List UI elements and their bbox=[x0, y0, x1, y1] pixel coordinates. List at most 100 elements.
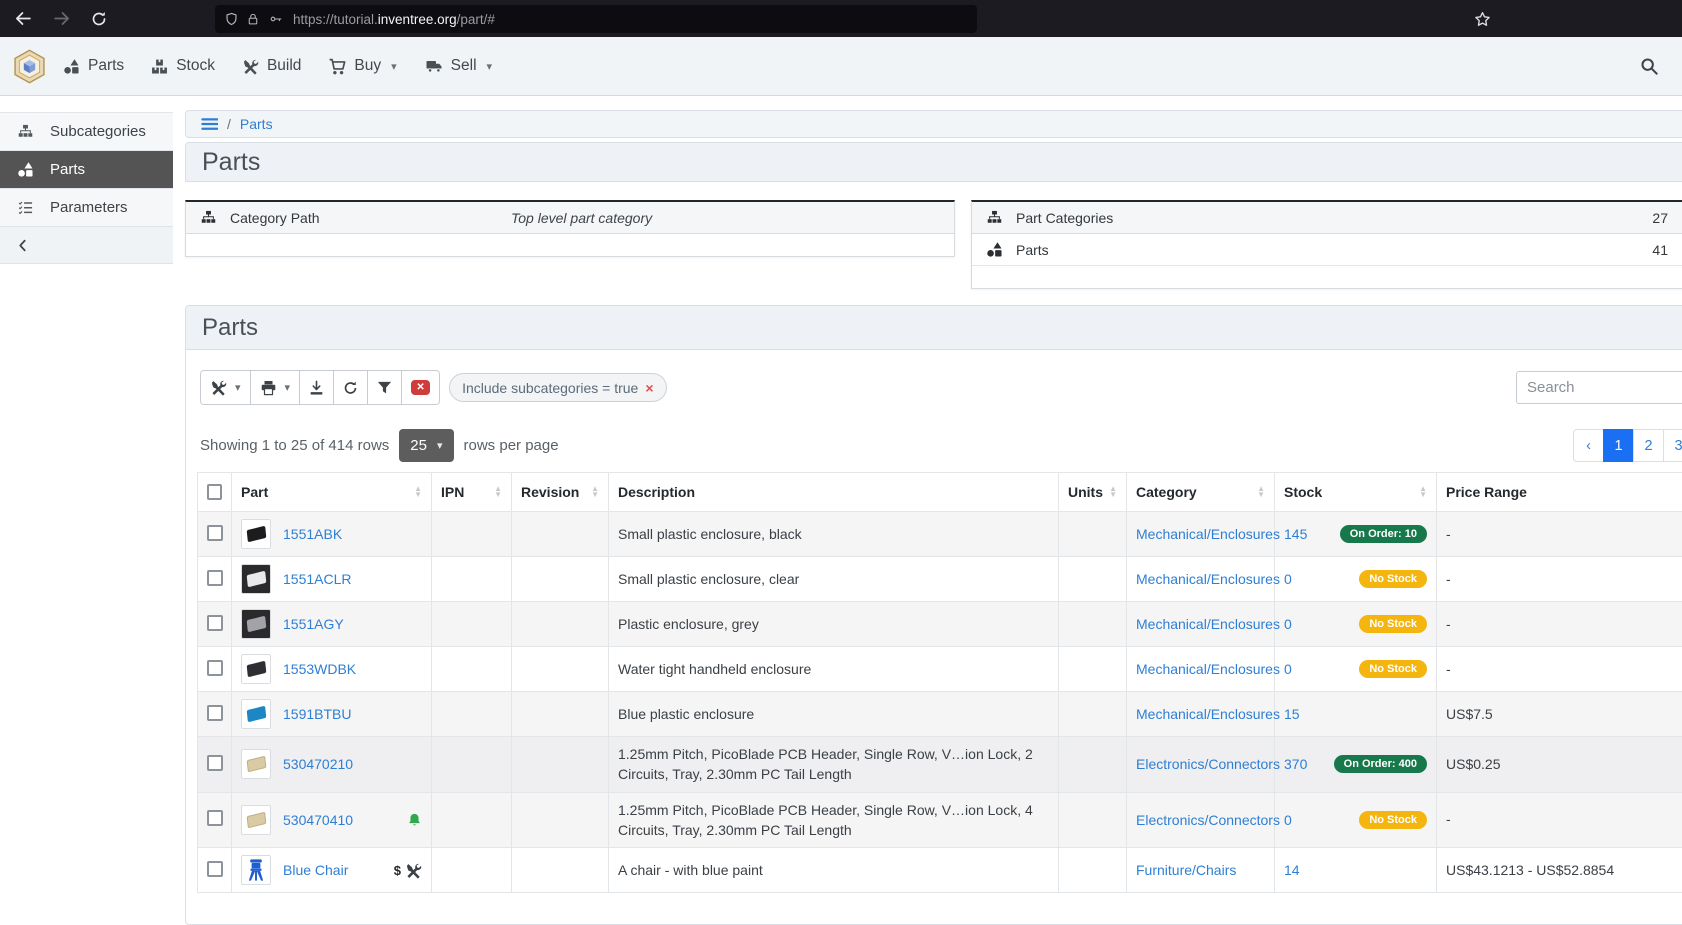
enclosure-grey-icon[interactable] bbox=[241, 609, 271, 639]
part-link[interactable]: 530470410 bbox=[283, 812, 353, 828]
part-options-button[interactable]: ▾ bbox=[201, 371, 251, 404]
stock-count-link[interactable]: 15 bbox=[1284, 706, 1300, 722]
row-checkbox[interactable] bbox=[207, 861, 223, 877]
part-link[interactable]: 1551ACLR bbox=[283, 571, 352, 587]
print-button[interactable]: ▾ bbox=[251, 371, 301, 404]
lock-icon[interactable] bbox=[247, 12, 259, 26]
sidebar-item-parts[interactable]: Parts bbox=[0, 150, 173, 188]
filter-chip[interactable]: Include subcategories = true × bbox=[449, 373, 666, 402]
page-size-dropdown[interactable]: 25▾ bbox=[399, 429, 453, 462]
pagination-page-1[interactable]: 1 bbox=[1603, 429, 1634, 462]
category-link[interactable]: Electronics/Connectors bbox=[1136, 812, 1280, 828]
select-all-header[interactable] bbox=[198, 473, 232, 512]
chair-icon[interactable] bbox=[241, 855, 271, 885]
column-header-stock[interactable]: Stock▲▼ bbox=[1275, 473, 1437, 512]
sidebar-item-parameters[interactable]: Parameters bbox=[0, 188, 173, 226]
part-link[interactable]: 530470210 bbox=[283, 756, 353, 772]
table-row: 1551AGY Plastic enclosure, grey Mechanic… bbox=[198, 602, 1682, 647]
nav-item-build[interactable]: Build bbox=[242, 57, 301, 75]
price-range: - bbox=[1437, 557, 1682, 602]
part-ipn bbox=[432, 848, 512, 893]
enclosure-blue-icon[interactable] bbox=[241, 699, 271, 729]
row-checkbox[interactable] bbox=[207, 755, 223, 771]
url-bar[interactable]: https://tutorial.inventree.org/part/# bbox=[215, 5, 977, 33]
nav-item-sell[interactable]: Sell▾ bbox=[424, 57, 492, 75]
stock-count-link[interactable]: 145 bbox=[1284, 526, 1307, 542]
sort-icon[interactable]: ▲▼ bbox=[408, 486, 422, 498]
hamburger-icon[interactable] bbox=[199, 117, 218, 132]
refresh-button[interactable] bbox=[334, 371, 368, 404]
download-button[interactable] bbox=[300, 371, 334, 404]
pagination-prev-button[interactable]: ‹ bbox=[1573, 429, 1604, 462]
nav-item-label: Parts bbox=[88, 57, 124, 75]
search-input[interactable] bbox=[1516, 371, 1682, 404]
nav-item-buy[interactable]: Buy▾ bbox=[328, 57, 396, 75]
stock-count-link[interactable]: 0 bbox=[1284, 616, 1292, 632]
sort-icon[interactable]: ▲▼ bbox=[1413, 486, 1427, 498]
sort-icon[interactable]: ▲▼ bbox=[1251, 486, 1265, 498]
part-link[interactable]: Blue Chair bbox=[283, 862, 348, 878]
chevron-down-icon: ▾ bbox=[285, 381, 291, 394]
sort-icon[interactable]: ▲▼ bbox=[585, 486, 599, 498]
part-link[interactable]: 1591BTBU bbox=[283, 706, 351, 722]
key-icon[interactable] bbox=[268, 13, 284, 25]
part-link[interactable]: 1551AGY bbox=[283, 616, 344, 632]
connector-icon[interactable] bbox=[241, 749, 271, 779]
stock-count-link[interactable]: 0 bbox=[1284, 661, 1292, 677]
row-checkbox[interactable] bbox=[207, 810, 223, 826]
category-link[interactable]: Mechanical/Enclosures bbox=[1136, 706, 1280, 722]
star-icon[interactable] bbox=[1468, 5, 1496, 33]
row-checkbox[interactable] bbox=[207, 525, 223, 541]
column-header-category[interactable]: Category▲▼ bbox=[1127, 473, 1275, 512]
category-link[interactable]: Mechanical/Enclosures bbox=[1136, 661, 1280, 677]
nav-item-stock[interactable]: Stock bbox=[151, 57, 215, 75]
filter-button[interactable] bbox=[368, 371, 402, 404]
column-header-units[interactable]: Units▲▼ bbox=[1059, 473, 1127, 512]
category-link[interactable]: Electronics/Connectors bbox=[1136, 756, 1280, 772]
shield-icon[interactable] bbox=[225, 12, 238, 26]
remove-filters-button[interactable]: ✕ bbox=[402, 371, 439, 404]
category-link[interactable]: Mechanical/Enclosures bbox=[1136, 571, 1280, 587]
row-checkbox[interactable] bbox=[207, 705, 223, 721]
stock-count-link[interactable]: 0 bbox=[1284, 571, 1292, 587]
part-description: Blue plastic enclosure bbox=[609, 692, 1059, 737]
part-link[interactable]: 1551ABK bbox=[283, 526, 342, 542]
inventree-logo-icon[interactable] bbox=[12, 49, 47, 84]
column-header-revision[interactable]: Revision▲▼ bbox=[512, 473, 609, 512]
category-link[interactable]: Mechanical/Enclosures bbox=[1136, 526, 1280, 542]
part-ipn bbox=[432, 792, 512, 848]
reload-icon[interactable] bbox=[84, 5, 114, 33]
search-icon[interactable] bbox=[1640, 57, 1658, 75]
stock-count-link[interactable]: 14 bbox=[1284, 862, 1300, 878]
sort-icon[interactable]: ▲▼ bbox=[1103, 486, 1117, 498]
row-checkbox[interactable] bbox=[207, 660, 223, 676]
pagination-page-2[interactable]: 2 bbox=[1633, 429, 1664, 462]
column-header-part[interactable]: Part ▲▼ bbox=[232, 473, 432, 512]
stock-count-link[interactable]: 0 bbox=[1284, 812, 1292, 828]
enclosure-clear-icon[interactable] bbox=[241, 564, 271, 594]
part-revision bbox=[512, 602, 609, 647]
sidebar-collapse-button[interactable] bbox=[0, 226, 173, 264]
stock-count-link[interactable]: 370 bbox=[1284, 756, 1307, 772]
part-link[interactable]: 1553WDBK bbox=[283, 661, 356, 677]
connector-icon[interactable] bbox=[241, 805, 271, 835]
pagination-page-3[interactable]: 3 bbox=[1663, 429, 1682, 462]
category-link[interactable]: Furniture/Chairs bbox=[1136, 862, 1236, 878]
sidebar-item-subcategories[interactable]: Subcategories bbox=[0, 112, 173, 150]
select-all-checkbox[interactable] bbox=[207, 484, 222, 500]
sitemap-icon bbox=[200, 210, 217, 225]
part-units bbox=[1059, 848, 1127, 893]
back-arrow-icon[interactable] bbox=[8, 5, 38, 33]
nav-item-parts[interactable]: Parts bbox=[63, 57, 124, 75]
row-checkbox[interactable] bbox=[207, 570, 223, 586]
column-header-ipn[interactable]: IPN▲▼ bbox=[432, 473, 512, 512]
enclosure-dark-icon[interactable] bbox=[241, 654, 271, 684]
breadcrumb-parts-link[interactable]: Parts bbox=[240, 116, 273, 132]
forward-arrow-icon[interactable] bbox=[46, 5, 76, 33]
sort-icon[interactable]: ▲▼ bbox=[488, 486, 502, 498]
category-link[interactable]: Mechanical/Enclosures bbox=[1136, 616, 1280, 632]
column-label: Part bbox=[241, 484, 268, 500]
filter-chip-close-icon[interactable]: × bbox=[645, 380, 653, 396]
row-checkbox[interactable] bbox=[207, 615, 223, 631]
enclosure-black-icon[interactable] bbox=[241, 519, 271, 549]
